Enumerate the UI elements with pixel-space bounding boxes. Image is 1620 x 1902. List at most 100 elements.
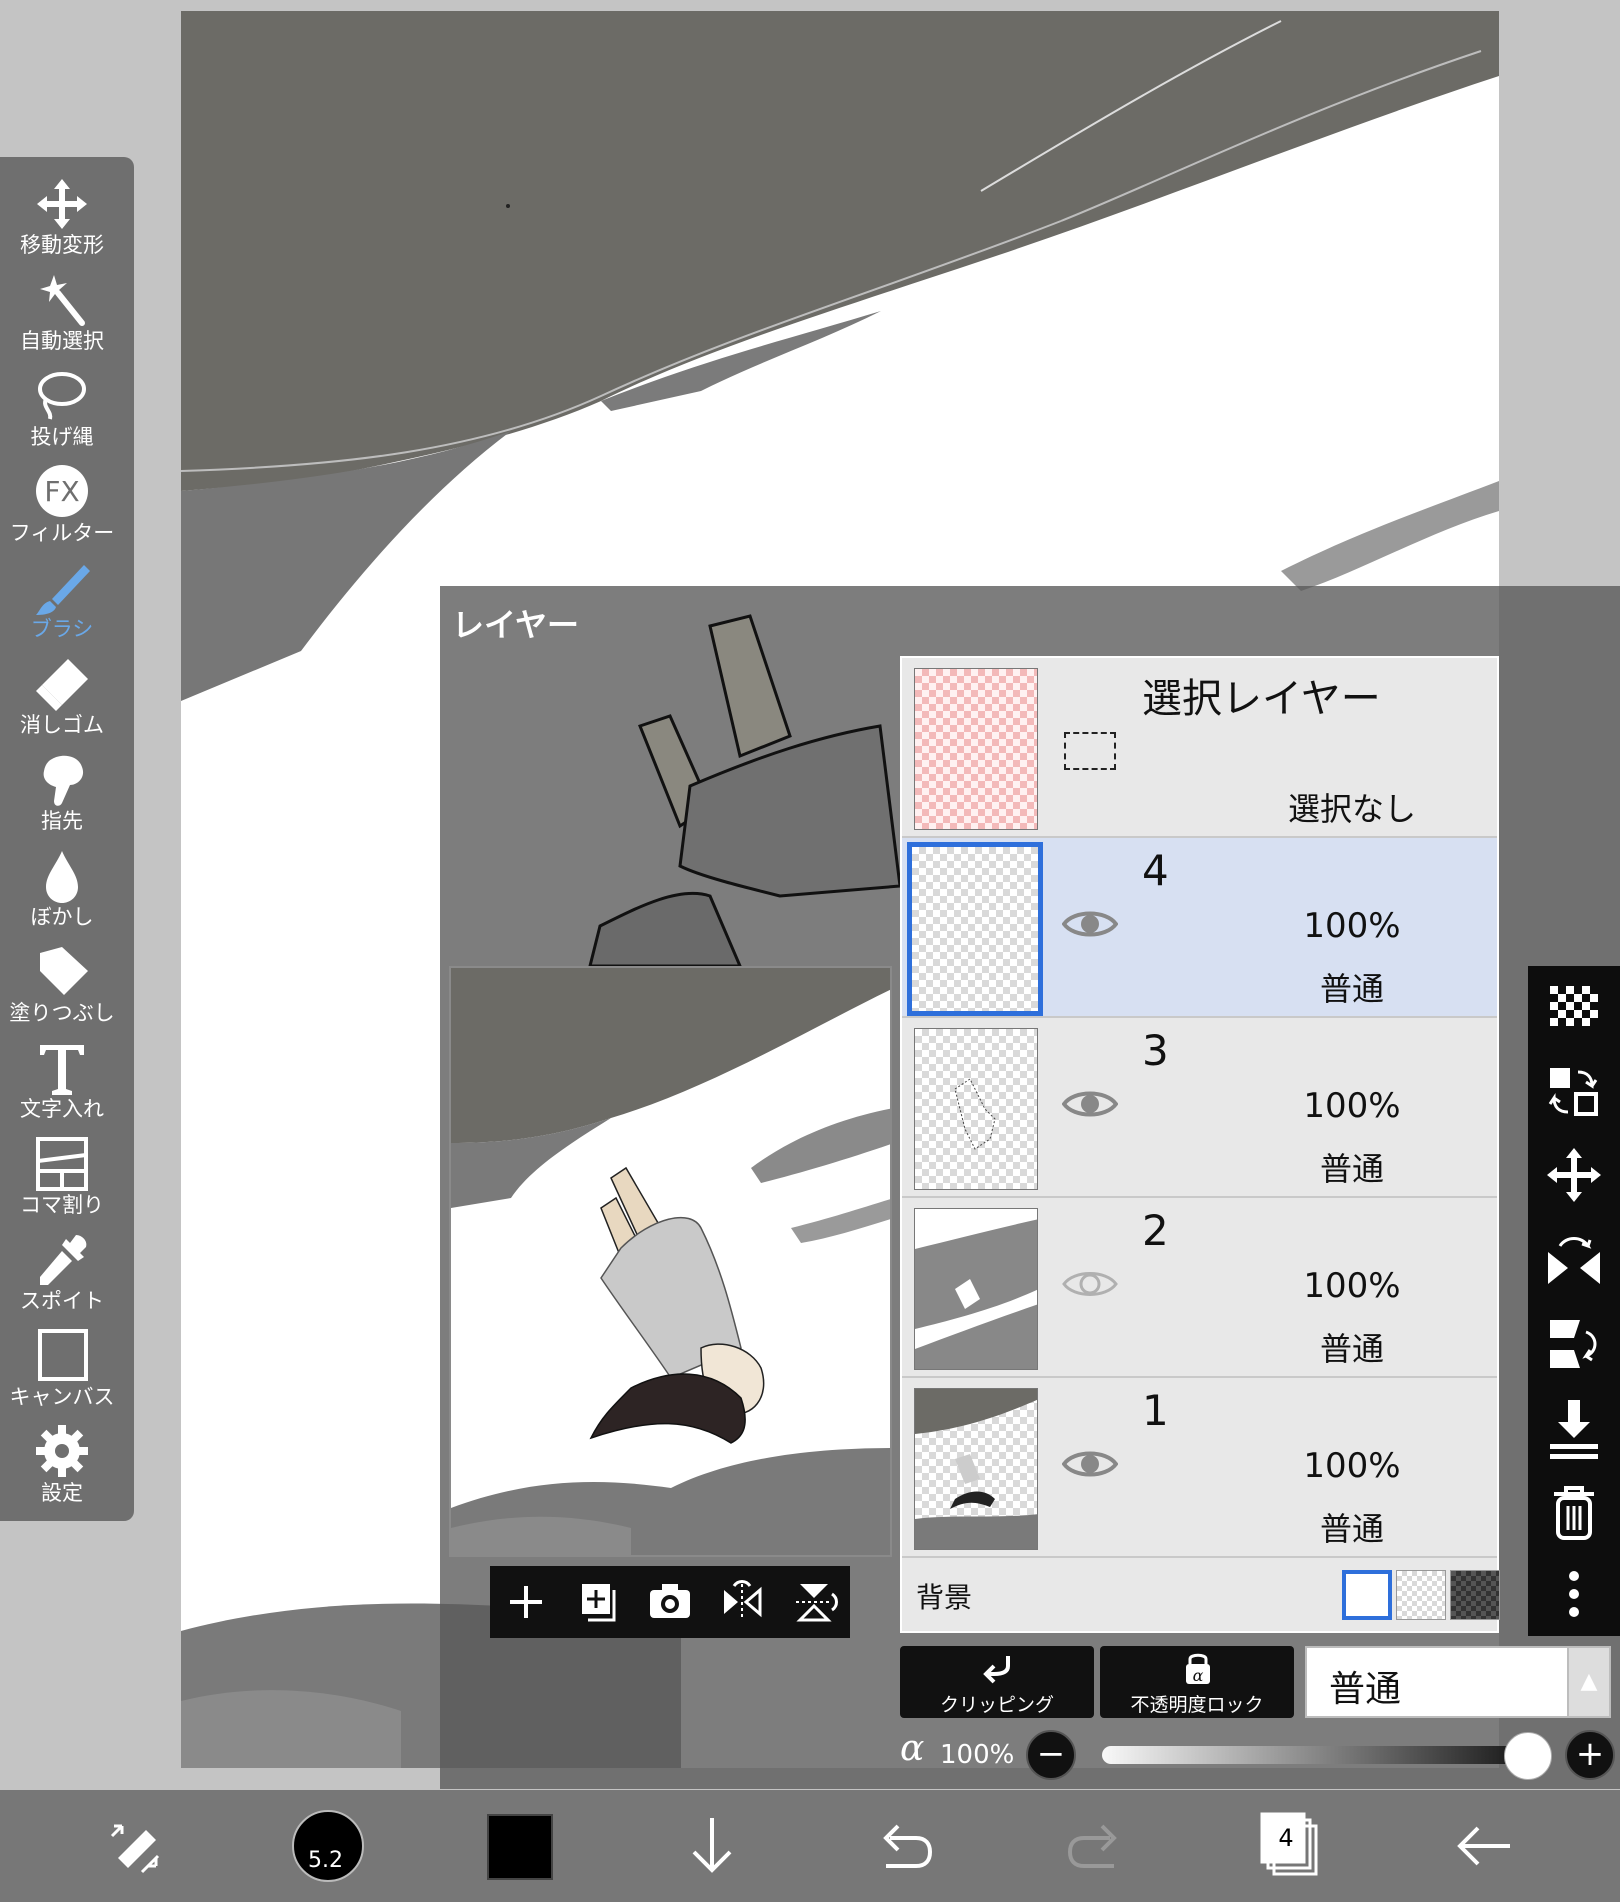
eye-hidden-icon[interactable] bbox=[1062, 1264, 1118, 1304]
layer-blend-mode: 普通 bbox=[1319, 970, 1384, 1008]
tool-label: ぼかし bbox=[30, 905, 94, 929]
layer-panel: レイヤー 選択レイヤー 選択なし 4 100% 普通 3 100% 普通 2 1… bbox=[440, 586, 1620, 1789]
trash-icon[interactable] bbox=[1528, 1470, 1620, 1556]
layer-thumbnail-image bbox=[954, 1078, 996, 1150]
flip-horizontal-rotate-icon[interactable] bbox=[1528, 1218, 1620, 1304]
opacity-lock-label: 不透明度ロック bbox=[1130, 1694, 1264, 1716]
flip-vertical-rotate-icon[interactable] bbox=[1528, 1302, 1620, 1388]
brush-size-icon[interactable]: 5.2 bbox=[292, 1810, 364, 1882]
tool-magic-wand[interactable]: 自動選択 bbox=[0, 267, 124, 363]
layer-row-3[interactable]: 3 100% 普通 bbox=[902, 1018, 1497, 1198]
move-icon[interactable] bbox=[1528, 1134, 1620, 1220]
color-swatch-icon[interactable] bbox=[487, 1814, 553, 1880]
eye-icon[interactable] bbox=[1062, 1084, 1118, 1124]
tool-label: 塗りつぶし bbox=[9, 1001, 115, 1025]
back-icon[interactable] bbox=[1446, 1808, 1522, 1884]
chevron-up-icon: ▲ bbox=[1567, 1648, 1609, 1716]
layer-thumbnail-image bbox=[915, 1209, 1037, 1369]
tool-label: キャンバス bbox=[9, 1385, 115, 1409]
layers-icon[interactable]: 4 bbox=[1256, 1810, 1322, 1880]
add-layer-stack-icon[interactable] bbox=[562, 1566, 634, 1638]
alpha-value: 100% bbox=[940, 1740, 1015, 1770]
frame-divider-icon bbox=[36, 1137, 88, 1191]
opacity-lock-button[interactable]: α 不透明度ロック bbox=[1100, 1646, 1294, 1718]
tool-label: コマ割り bbox=[20, 1193, 104, 1217]
tool-label: 自動選択 bbox=[20, 329, 104, 353]
transparency-checker-icon[interactable] bbox=[1528, 966, 1620, 1052]
layer-blend-mode: 普通 bbox=[1319, 1510, 1384, 1548]
brush-size-label: 5.2 bbox=[308, 1848, 343, 1873]
tool-finger[interactable]: 指先 bbox=[0, 747, 124, 843]
layer-blend-mode: 普通 bbox=[1319, 1150, 1384, 1188]
move-down-icon[interactable] bbox=[674, 1808, 750, 1884]
lock-icon: α bbox=[1186, 1653, 1210, 1685]
clipping-label: クリッピング bbox=[939, 1694, 1054, 1716]
tool-text[interactable]: 文字入れ bbox=[0, 1035, 124, 1131]
selection-status: 選択なし bbox=[1287, 790, 1416, 828]
preview-toolbar bbox=[490, 1566, 850, 1638]
tool-fill[interactable]: 塗りつぶし bbox=[0, 939, 124, 1035]
selection-layer-title: 選択レイヤー bbox=[1142, 676, 1381, 722]
tool-blur[interactable]: ぼかし bbox=[0, 843, 124, 939]
tool-frame-divider[interactable]: コマ割り bbox=[0, 1131, 124, 1227]
tool-filter[interactable]: FX フィルター bbox=[0, 459, 124, 555]
layer-thumbnail bbox=[914, 1388, 1038, 1550]
layer-panel-title: レイヤー bbox=[452, 606, 580, 644]
tool-eyedropper[interactable]: スポイト bbox=[0, 1227, 124, 1323]
background-dark-swatch[interactable] bbox=[1450, 1570, 1500, 1620]
tool-label: 移動変形 bbox=[20, 233, 104, 257]
blend-mode-select[interactable]: 普通 ▲ bbox=[1305, 1646, 1611, 1718]
opacity-slider[interactable] bbox=[1102, 1746, 1522, 1764]
layer-row-2[interactable]: 2 100% 普通 bbox=[902, 1198, 1497, 1378]
tool-label: 文字入れ bbox=[20, 1097, 104, 1121]
finger-smudge-icon bbox=[43, 755, 84, 806]
layer-actions-toolbar bbox=[1528, 966, 1620, 1636]
layer-thumbnail bbox=[914, 1028, 1038, 1190]
background-label: 背景 bbox=[916, 1581, 973, 1614]
tool-label: スポイト bbox=[20, 1289, 104, 1313]
layer-number: 2 bbox=[1142, 1206, 1169, 1255]
layer-row-4[interactable]: 4 100% 普通 bbox=[902, 838, 1497, 1018]
layer-opacity: 100% bbox=[1303, 906, 1401, 946]
tool-move-transform[interactable]: 移動変形 bbox=[0, 171, 124, 267]
canvas-icon bbox=[38, 1329, 88, 1381]
add-layer-icon[interactable] bbox=[490, 1566, 562, 1638]
merge-down-icon[interactable] bbox=[1528, 1386, 1620, 1472]
camera-icon[interactable] bbox=[634, 1566, 706, 1638]
tool-label: 設定 bbox=[41, 1481, 83, 1505]
redo-icon[interactable] bbox=[1058, 1808, 1134, 1884]
tool-lasso[interactable]: 投げ縄 bbox=[0, 363, 124, 459]
canvas-preview[interactable] bbox=[449, 966, 892, 1557]
layer-thumbnail bbox=[914, 1208, 1038, 1370]
undo-icon[interactable] bbox=[866, 1808, 942, 1884]
tool-palette: 移動変形 自動選択 投げ縄 FX フィルター ブラシ 消しゴム 指先 ぼかし 塗… bbox=[0, 157, 134, 1521]
layer-number: 4 bbox=[1142, 846, 1169, 895]
opacity-increase-button[interactable]: + bbox=[1565, 1730, 1615, 1780]
flip-horizontal-icon[interactable] bbox=[706, 1566, 778, 1638]
clipping-button[interactable]: クリッピング bbox=[900, 1646, 1094, 1718]
swap-tool-icon[interactable] bbox=[98, 1808, 174, 1884]
eye-icon[interactable] bbox=[1062, 904, 1118, 944]
selection-layer-row[interactable]: 選択レイヤー 選択なし bbox=[902, 658, 1497, 838]
layer-number: 3 bbox=[1142, 1026, 1169, 1075]
tool-canvas[interactable]: キャンバス bbox=[0, 1323, 124, 1419]
selection-layer-thumbnail bbox=[914, 668, 1038, 830]
swap-layers-icon[interactable] bbox=[1528, 1050, 1620, 1136]
layer-list: 選択レイヤー 選択なし 4 100% 普通 3 100% 普通 2 100% 普… bbox=[900, 656, 1500, 1633]
bottom-toolbar: 5.2 4 bbox=[0, 1790, 1620, 1902]
tool-brush[interactable]: ブラシ bbox=[0, 555, 124, 651]
background-transparent-swatch[interactable] bbox=[1396, 1570, 1446, 1620]
opacity-slider-knob[interactable] bbox=[1504, 1732, 1552, 1780]
eye-icon[interactable] bbox=[1062, 1444, 1118, 1484]
opacity-decrease-button[interactable]: − bbox=[1026, 1730, 1076, 1780]
svg-text:FX: FX bbox=[44, 475, 79, 508]
tool-settings[interactable]: 設定 bbox=[0, 1419, 124, 1515]
layer-row-1[interactable]: 1 100% 普通 bbox=[902, 1378, 1497, 1558]
more-vertical-icon[interactable] bbox=[1528, 1554, 1620, 1640]
tool-eraser[interactable]: 消しゴム bbox=[0, 651, 124, 747]
tool-label: 投げ縄 bbox=[30, 425, 94, 449]
canvas-preview-image bbox=[451, 968, 890, 1555]
background-white-swatch[interactable] bbox=[1342, 1570, 1392, 1620]
layer-thumbnail bbox=[907, 842, 1043, 1016]
flip-vertical-icon[interactable] bbox=[778, 1566, 850, 1638]
